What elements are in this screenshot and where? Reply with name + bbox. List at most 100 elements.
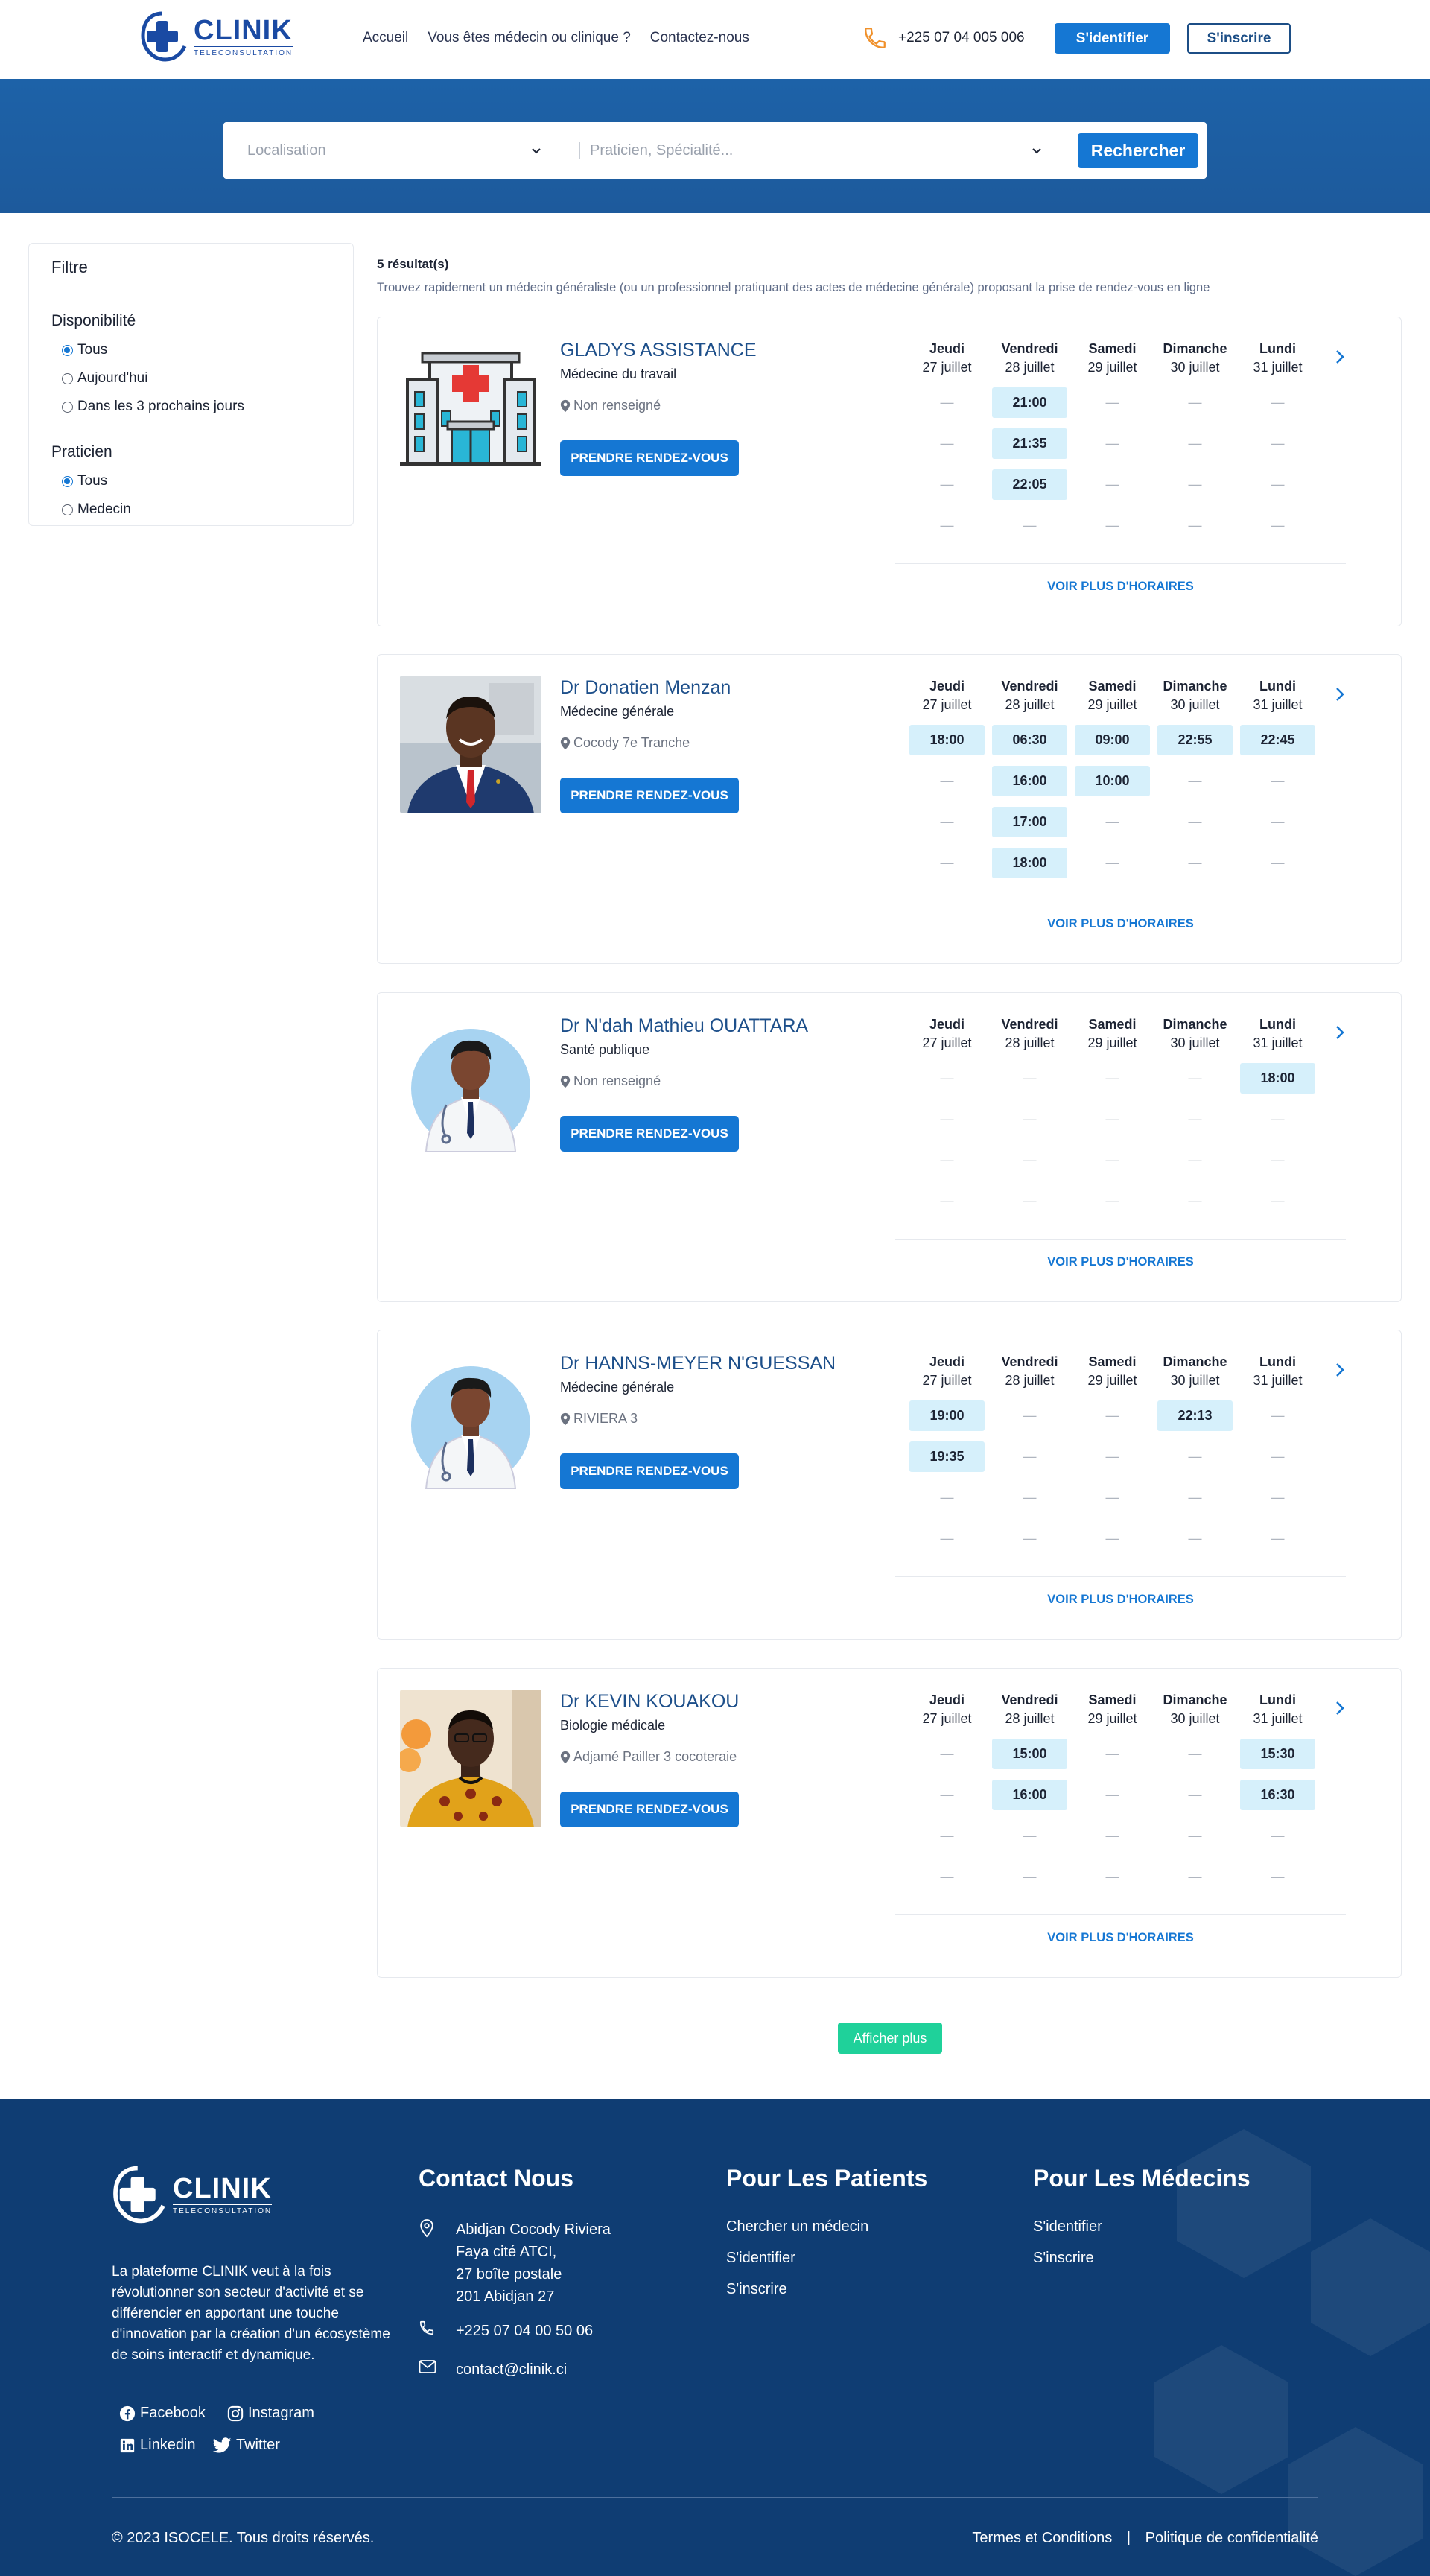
time-slot[interactable]: 10:00 [1075, 766, 1150, 796]
more-hours-link[interactable]: VOIR PLUS D'HORAIRES [895, 1593, 1346, 1607]
clinik-logo[interactable]: CLINIK TELECONSULTATION [140, 10, 293, 63]
time-slot[interactable]: 09:00 [1075, 725, 1150, 755]
day-name: Vendredi [1001, 679, 1058, 694]
privacy-link[interactable]: Politique de confidentialité [1145, 2530, 1318, 2546]
search-band: Localisation Praticien, Spécialité... Re… [0, 79, 1430, 213]
doctor-avatar[interactable] [400, 676, 541, 813]
time-slot[interactable]: 22:13 [1157, 1400, 1233, 1431]
radio[interactable] [62, 504, 73, 515]
doctor-name[interactable]: Dr HANNS-MEYER N'GUESSAN [560, 1353, 836, 1374]
book-appointment-button[interactable]: PRENDRE RENDEZ-VOUS [560, 1792, 739, 1827]
doctor-name[interactable]: GLADYS ASSISTANCE [560, 340, 757, 361]
doctor-avatar[interactable] [400, 1690, 541, 1827]
book-appointment-button[interactable]: PRENDRE RENDEZ-VOUS [560, 1453, 739, 1489]
time-slot[interactable]: 22:05 [992, 469, 1067, 500]
availability-option-all[interactable]: Tous [29, 336, 353, 364]
empty-slot: — [1188, 477, 1202, 492]
patients-link-login[interactable]: S'identifier [726, 2250, 795, 2267]
radio[interactable] [62, 372, 73, 384]
time-slot[interactable]: 21:35 [992, 428, 1067, 459]
chevron-right-icon[interactable] [1334, 1023, 1346, 1046]
book-appointment-button[interactable]: PRENDRE RENDEZ-VOUS [560, 440, 739, 476]
patients-link-signup[interactable]: S'inscrire [726, 2281, 787, 2298]
doctors-link-signup[interactable]: S'inscrire [1033, 2250, 1094, 2267]
nav-contact[interactable]: Contactez-nous [650, 30, 749, 46]
more-hours-link[interactable]: VOIR PLUS D'HORAIRES [895, 1255, 1346, 1269]
empty-slot: — [940, 1531, 954, 1546]
footer-email[interactable]: contact@clinik.ci [419, 2358, 567, 2381]
practitioner-option-all[interactable]: Tous [29, 467, 353, 495]
time-slot[interactable]: 17:00 [992, 807, 1067, 837]
empty-slot: — [940, 814, 954, 829]
schedule: Jeudi 27 juillet Vendredi 28 juillet Samedi 2… [895, 677, 1335, 889]
specialty-select[interactable]: Praticien, Spécialité... [590, 122, 1052, 179]
time-slot[interactable]: 19:00 [909, 1400, 985, 1431]
book-appointment-button[interactable]: PRENDRE RENDEZ-VOUS [560, 1116, 739, 1152]
day-column: 22:55 — — — [1154, 725, 1236, 889]
site-header: CLINIK TELECONSULTATION Accueil Vous ête… [0, 0, 1430, 79]
day-header: Vendredi 28 juillet [988, 340, 1071, 377]
radio-checked[interactable] [62, 475, 73, 487]
doctor-name[interactable]: Dr N'dah Mathieu OUATTARA [560, 1015, 808, 1037]
time-slot[interactable]: 22:55 [1157, 725, 1233, 755]
time-slot[interactable]: 19:35 [909, 1441, 985, 1472]
linkedin-link[interactable]: Linkedin [119, 2437, 196, 2454]
time-slot[interactable]: 18:00 [909, 725, 985, 755]
time-slot[interactable]: 18:00 [992, 848, 1067, 878]
day-header: Samedi 29 juillet [1071, 340, 1154, 377]
search-button[interactable]: Rechercher [1078, 133, 1198, 168]
day-header: Jeudi 27 juillet [906, 677, 988, 714]
radio[interactable] [62, 401, 73, 413]
chevron-right-icon[interactable] [1334, 685, 1346, 708]
day-name: Lundi [1259, 679, 1296, 694]
book-appointment-button[interactable]: PRENDRE RENDEZ-VOUS [560, 778, 739, 813]
footer-phone[interactable]: +225 07 04 00 50 06 [419, 2320, 593, 2343]
radio-checked[interactable] [62, 344, 73, 356]
empty-slot: — [940, 1193, 954, 1208]
doctor-avatar[interactable] [400, 1351, 541, 1489]
empty-slot: — [940, 1746, 954, 1761]
location-pin-icon [420, 2219, 433, 2238]
day-name: Samedi [1088, 679, 1137, 694]
time-slot[interactable]: 15:30 [1240, 1739, 1315, 1769]
time-slot[interactable]: 06:30 [992, 725, 1067, 755]
more-hours-link[interactable]: VOIR PLUS D'HORAIRES [895, 917, 1346, 931]
chevron-right-icon[interactable] [1334, 1698, 1346, 1722]
signup-button[interactable]: S'inscrire [1187, 23, 1291, 54]
day-header: Samedi 29 juillet [1071, 1353, 1154, 1390]
facebook-link[interactable]: Facebook [119, 2405, 206, 2422]
time-slot[interactable]: 16:00 [992, 1780, 1067, 1810]
footer-logo[interactable]: CLINIK TELECONSULTATION [112, 2165, 273, 2224]
instagram-link[interactable]: Instagram [227, 2405, 314, 2422]
nav-medecin-clinique[interactable]: Vous êtes médecin ou clinique ? [428, 30, 631, 46]
time-slot[interactable]: 18:00 [1240, 1063, 1315, 1094]
doctor-name[interactable]: Dr Donatien Menzan [560, 677, 731, 699]
time-slot[interactable]: 22:45 [1240, 725, 1315, 755]
show-more-button[interactable]: Afficher plus [838, 2023, 942, 2054]
doctors-link-login[interactable]: S'identifier [1033, 2218, 1102, 2236]
header-phone[interactable]: +225 07 04 005 006 [862, 25, 1025, 51]
empty-slot: — [1105, 814, 1119, 829]
login-button[interactable]: S'identifier [1055, 23, 1170, 54]
location-pin-icon [560, 1751, 571, 1763]
time-slot[interactable]: 21:00 [992, 387, 1067, 418]
terms-link[interactable]: Termes et Conditions [972, 2530, 1112, 2546]
time-slot[interactable]: 15:00 [992, 1739, 1067, 1769]
patients-link-search[interactable]: Chercher un médecin [726, 2218, 868, 2236]
practitioner-option-medecin[interactable]: Medecin [29, 495, 353, 524]
availability-option-3days[interactable]: Dans les 3 prochains jours [29, 393, 353, 421]
doctor-name[interactable]: Dr KEVIN KOUAKOU [560, 1691, 739, 1713]
doctor-avatar[interactable] [400, 338, 541, 476]
time-slot[interactable]: 16:00 [992, 766, 1067, 796]
chevron-right-icon[interactable] [1334, 1360, 1346, 1383]
chevron-right-icon[interactable] [1334, 347, 1346, 370]
day-date: 31 juillet [1253, 360, 1303, 375]
location-select[interactable]: Localisation [247, 122, 545, 179]
more-hours-link[interactable]: VOIR PLUS D'HORAIRES [895, 1931, 1346, 1945]
availability-option-today[interactable]: Aujourd'hui [29, 364, 353, 393]
nav-accueil[interactable]: Accueil [363, 30, 408, 46]
doctor-avatar[interactable] [400, 1014, 541, 1152]
more-hours-link[interactable]: VOIR PLUS D'HORAIRES [895, 580, 1346, 594]
time-slot[interactable]: 16:30 [1240, 1780, 1315, 1810]
twitter-link[interactable]: Twitter [212, 2437, 280, 2454]
